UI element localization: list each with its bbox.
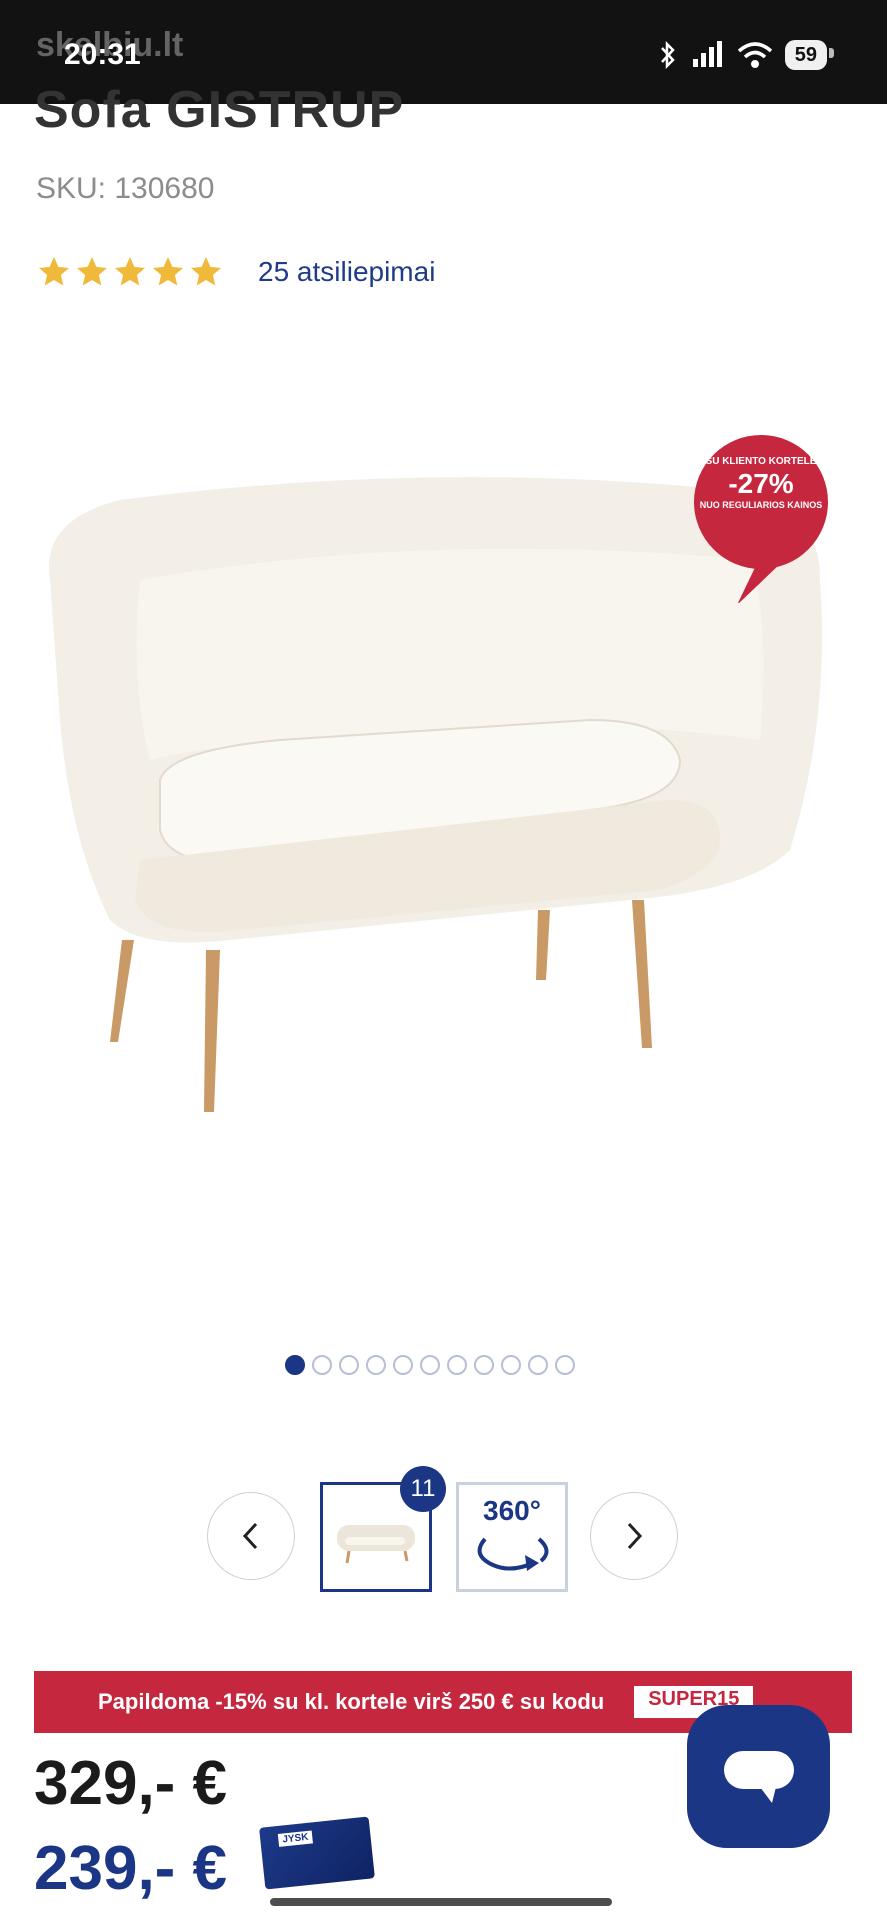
product-sku: SKU: 130680	[36, 172, 215, 205]
carousel-dot[interactable]	[285, 1355, 305, 1375]
regular-price: 329,- €	[34, 1749, 228, 1818]
carousel-dot[interactable]	[501, 1355, 521, 1375]
image-count-badge: 11	[400, 1466, 446, 1512]
star-icon	[39, 257, 69, 286]
carousel-dot[interactable]	[474, 1355, 494, 1375]
view-360-button[interactable]: 360°	[456, 1482, 568, 1592]
next-image-button[interactable]	[590, 1492, 678, 1580]
card-logo: JYSK	[277, 1830, 314, 1847]
chat-bubble-icon	[723, 1750, 794, 1803]
rotate-360-icon	[477, 1537, 549, 1571]
promo-line1: SU KLIENTO KORTELE	[705, 456, 817, 467]
carousel-dot[interactable]	[528, 1355, 548, 1375]
product-title: Sofa GISTRUP	[34, 81, 405, 139]
clock: 20:31	[64, 38, 141, 71]
chevron-right-icon	[627, 1522, 643, 1550]
carousel-dots	[285, 1355, 575, 1375]
status-icons: 59	[657, 40, 835, 70]
promo-badge-text: SU KLIENTO KORTELE -27% NUO REGULIARIOS …	[692, 456, 830, 511]
carousel-dot[interactable]	[339, 1355, 359, 1375]
wifi-icon	[737, 42, 772, 68]
rating-stars	[36, 254, 224, 290]
carousel-dot[interactable]	[420, 1355, 440, 1375]
club-price: 239,- €	[34, 1834, 228, 1903]
chat-button[interactable]	[687, 1705, 830, 1848]
star-icon	[77, 257, 107, 286]
carousel-dot[interactable]	[366, 1355, 386, 1375]
rating-row[interactable]: 25 atsiliepimai	[36, 254, 435, 290]
carousel-dot[interactable]	[393, 1355, 413, 1375]
chevron-left-icon	[242, 1522, 258, 1550]
star-icon	[115, 257, 145, 286]
signal-icon	[692, 41, 722, 67]
promo-discount: -27%	[728, 468, 794, 499]
carousel-dot[interactable]	[312, 1355, 332, 1375]
carousel-dot[interactable]	[447, 1355, 467, 1375]
home-indicator[interactable]	[270, 1898, 612, 1906]
star-icon	[153, 257, 183, 286]
promo-line2: NUO REGULIARIOS KAINOS	[699, 500, 823, 510]
bluetooth-icon	[660, 40, 675, 70]
battery-indicator: 59	[784, 40, 835, 70]
star-icon	[191, 257, 221, 286]
previous-image-button[interactable]	[207, 1492, 295, 1580]
reviews-link[interactable]: 25 atsiliepimai	[258, 256, 435, 288]
carousel-dot[interactable]	[555, 1355, 575, 1375]
view-360-label: 360°	[483, 1495, 541, 1526]
promo-banner-text: Papildoma -15% su kl. kortele virš 250 €…	[98, 1689, 605, 1714]
club-card-image: JYSK	[259, 1816, 375, 1890]
